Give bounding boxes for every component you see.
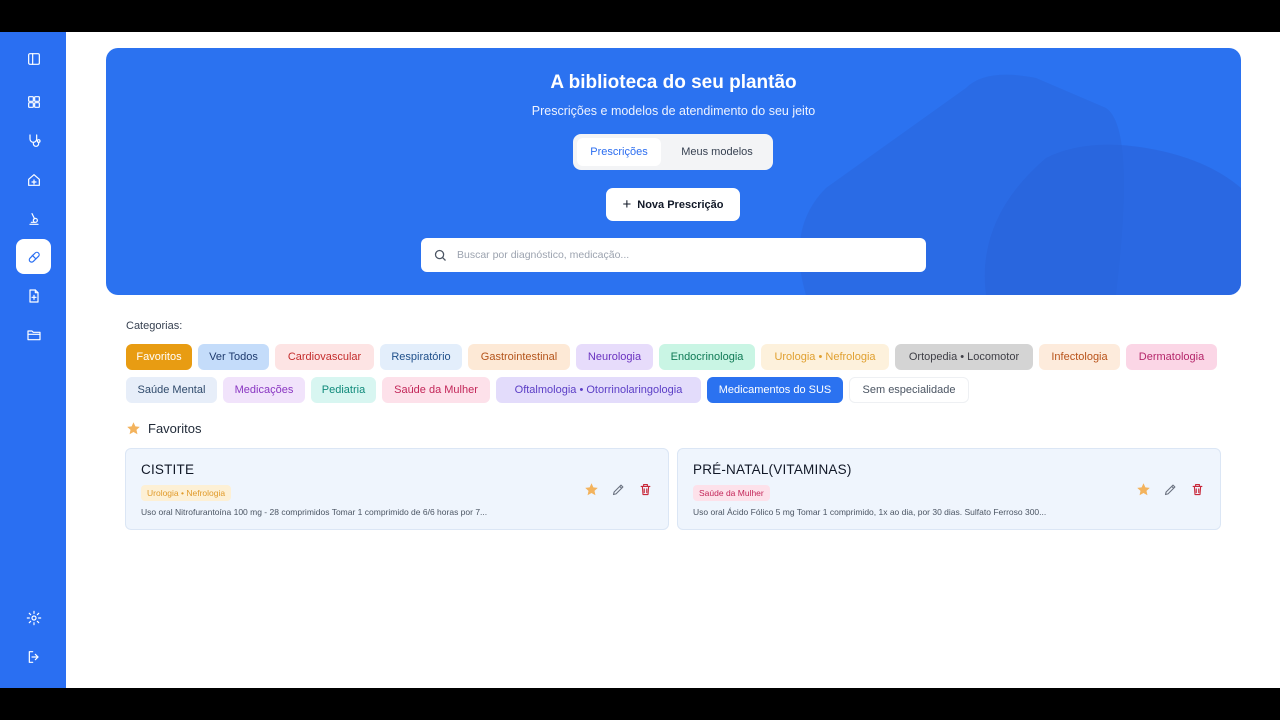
category-chip[interactable]: Saúde Mental [126, 377, 217, 403]
chip-label: Sem especialidade [862, 384, 956, 396]
chip-label: Saúde da Mulher [394, 384, 478, 396]
star-icon [1136, 482, 1150, 495]
category-chip[interactable]: Sem especialidade [849, 377, 969, 403]
sidebar-item-dashboard[interactable] [16, 84, 51, 119]
category-chip[interactable]: Endocrinologia [659, 344, 755, 370]
chip-label: Respiratório [391, 351, 451, 363]
chip-label: Medicações [234, 384, 294, 396]
chip-label: Ver Todos [209, 351, 258, 363]
delete-button[interactable] [637, 481, 653, 497]
category-chip[interactable]: Urologia • Nefrologia [761, 344, 889, 370]
star-icon [127, 422, 140, 435]
favorites-heading-label: Favoritos [148, 421, 202, 436]
sidebar-toggle-button[interactable] [16, 41, 51, 76]
prescription-card[interactable]: PRÉ-NATAL(VITAMINAS) Saúde da Mulher Uso… [677, 448, 1221, 530]
star-icon [584, 482, 598, 495]
chip-label: Endocrinologia [670, 351, 744, 363]
settings-icon [26, 610, 41, 625]
app-window: A biblioteca do seu plantão Prescrições … [0, 32, 1280, 688]
new-prescription-label: Nova Prescrição [637, 198, 724, 211]
category-chip[interactable]: Infectologia [1039, 344, 1120, 370]
search-input[interactable] [457, 249, 897, 261]
category-chip[interactable]: Ver Todos [198, 344, 269, 370]
chip-label: Dermatologia [1138, 351, 1205, 363]
sidebar-item-consultations[interactable] [16, 123, 51, 158]
prescription-card[interactable]: CISTITE Urologia • Nefrologia Uso oral N… [125, 448, 669, 530]
page-title: A biblioteca do seu plantão [550, 72, 797, 93]
page-subtitle: Prescrições e modelos de atendimento do … [531, 104, 816, 118]
sidebar-item-settings[interactable] [16, 600, 51, 635]
sidebar-item-prescriptions[interactable] [16, 239, 51, 274]
category-chip[interactable]: Saúde da Mulher [382, 377, 490, 403]
chip-label: Medicamentos do SUS [718, 384, 832, 396]
chip-label: Favoritos [136, 351, 182, 363]
card-description: Uso oral Ácido Fólico 5 mg Tomar 1 compr… [693, 507, 1047, 517]
category-chip[interactable]: Pediatria [311, 377, 376, 403]
card-category-tag: Urologia • Nefrologia [141, 485, 232, 501]
chip-label: Neurologia [587, 351, 642, 363]
category-chip[interactable]: Respiratório [380, 344, 462, 370]
edit-button[interactable] [1162, 481, 1178, 497]
chip-label: Gastrointestinal [480, 351, 558, 363]
category-chip[interactable]: Medicações [223, 377, 305, 403]
category-chip[interactable]: Favoritos [126, 344, 192, 370]
delete-button[interactable] [1189, 481, 1205, 497]
plus-icon: + [622, 196, 632, 213]
favorites-heading: Favoritos [126, 421, 201, 436]
category-chip[interactable]: Gastrointestinal [468, 344, 570, 370]
sidebar-item-logout[interactable] [16, 639, 51, 674]
stethoscope-icon [28, 133, 41, 147]
pill-icon [28, 251, 40, 263]
trash-icon [1192, 483, 1202, 495]
search-icon [434, 249, 446, 261]
sidebar-item-documents[interactable] [16, 278, 51, 313]
sidebar [0, 32, 66, 688]
category-chip[interactable]: Ortopedia • Locomotor [895, 344, 1033, 370]
category-chip[interactable]: Medicamentos do SUS [707, 377, 843, 403]
tab-my-templates[interactable]: Meus modelos [665, 138, 769, 166]
card-description: Uso oral Nitrofurantoína 100 mg - 28 com… [141, 507, 488, 517]
sidebar-item-exams[interactable] [16, 201, 51, 236]
card-category-tag: Saúde da Mulher [693, 485, 770, 501]
view-tabs: Prescrições Meus modelos [573, 134, 773, 170]
chip-label: Pediatria [321, 384, 366, 396]
categories-label: Categorias: [126, 320, 183, 332]
home-health-icon [27, 173, 40, 186]
folder-icon [26, 329, 41, 340]
chip-label: Infectologia [1051, 351, 1108, 363]
favorite-button[interactable] [1135, 481, 1151, 497]
chip-label: Ortopedia • Locomotor [908, 351, 1020, 363]
sidebar-item-folders[interactable] [16, 317, 51, 352]
trash-icon [640, 483, 650, 495]
card-title: PRÉ-NATAL(VITAMINAS) [693, 462, 852, 477]
chip-label: Oftalmologia • Otorrinolaringologia [514, 384, 683, 396]
pencil-icon [612, 484, 623, 495]
sidebar-toggle-icon [27, 52, 40, 65]
new-prescription-button[interactable]: + Nova Prescrição [606, 188, 740, 221]
category-chip[interactable]: Cardiovascular [275, 344, 374, 370]
category-chip[interactable]: Dermatologia [1126, 344, 1217, 370]
file-plus-icon [28, 288, 39, 303]
chip-label: Urologia • Nefrologia [774, 351, 876, 363]
pencil-icon [1164, 484, 1175, 495]
category-chip[interactable]: Oftalmologia • Otorrinolaringologia [496, 377, 701, 403]
dashboard-icon [27, 95, 40, 108]
logout-icon [28, 650, 39, 663]
card-title: CISTITE [141, 462, 195, 477]
tab-prescriptions[interactable]: Prescrições [577, 138, 661, 166]
search-box [421, 238, 926, 272]
category-chip[interactable]: Neurologia [576, 344, 653, 370]
microscope-icon [28, 212, 39, 225]
favorite-button[interactable] [583, 481, 599, 497]
chip-label: Cardiovascular [287, 351, 362, 363]
hero-banner: A biblioteca do seu plantão Prescrições … [106, 48, 1241, 295]
chip-label: Saúde Mental [137, 384, 206, 396]
edit-button[interactable] [610, 481, 626, 497]
sidebar-item-home[interactable] [16, 162, 51, 197]
